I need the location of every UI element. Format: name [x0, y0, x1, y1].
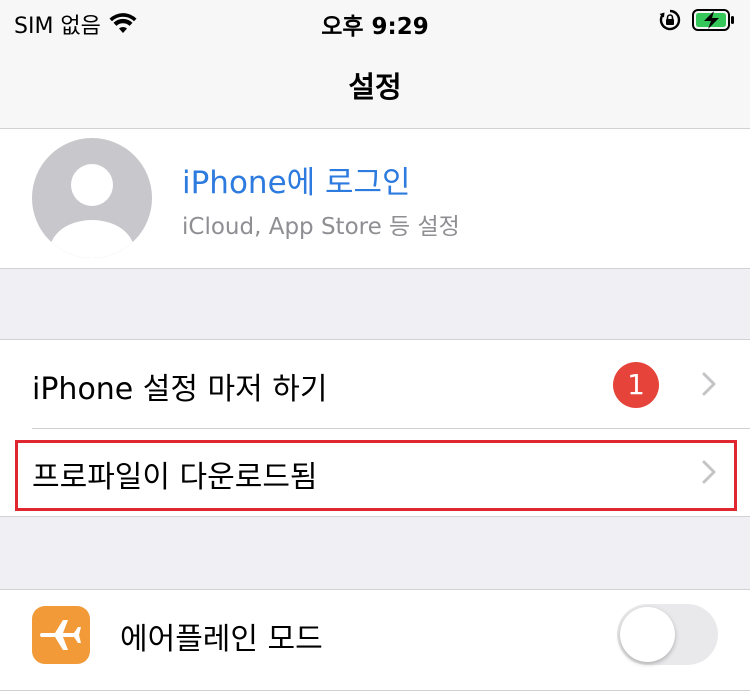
airplane-icon: [32, 606, 90, 664]
status-right: [658, 8, 736, 32]
airplane-mode-row: 에어플레인 모드: [0, 590, 750, 678]
sign-in-subtitle: iCloud, App Store 등 설정: [182, 214, 460, 240]
toggle-knob[interactable]: [620, 607, 675, 662]
finish-setup-row[interactable]: iPhone 설정 마저 하기 1: [0, 340, 750, 428]
sign-in-cell[interactable]: iPhone에 로그인 iCloud, App Store 등 설정: [0, 129, 750, 269]
person-avatar-icon: [32, 138, 152, 258]
airplane-mode-label: 에어플레인 모드: [120, 622, 323, 657]
connectivity-group: 에어플레인 모드: [0, 589, 750, 691]
notification-badge: 1: [613, 362, 659, 408]
finish-setup-label: iPhone 설정 마저 하기: [32, 372, 328, 407]
status-time: 오후 9:29: [321, 14, 429, 40]
airplane-mode-toggle[interactable]: [617, 604, 718, 665]
highlight-box: [15, 440, 737, 511]
chevron-right-icon: [702, 372, 716, 396]
navigation-bar: 설정: [0, 40, 750, 129]
battery-charging-icon: [692, 9, 734, 31]
sign-in-title: iPhone에 로그인: [182, 165, 411, 201]
page-title: 설정: [348, 70, 402, 104]
orientation-lock-icon: [659, 9, 681, 31]
status-bar: SIM 없음 오후 9:29: [0, 0, 750, 40]
